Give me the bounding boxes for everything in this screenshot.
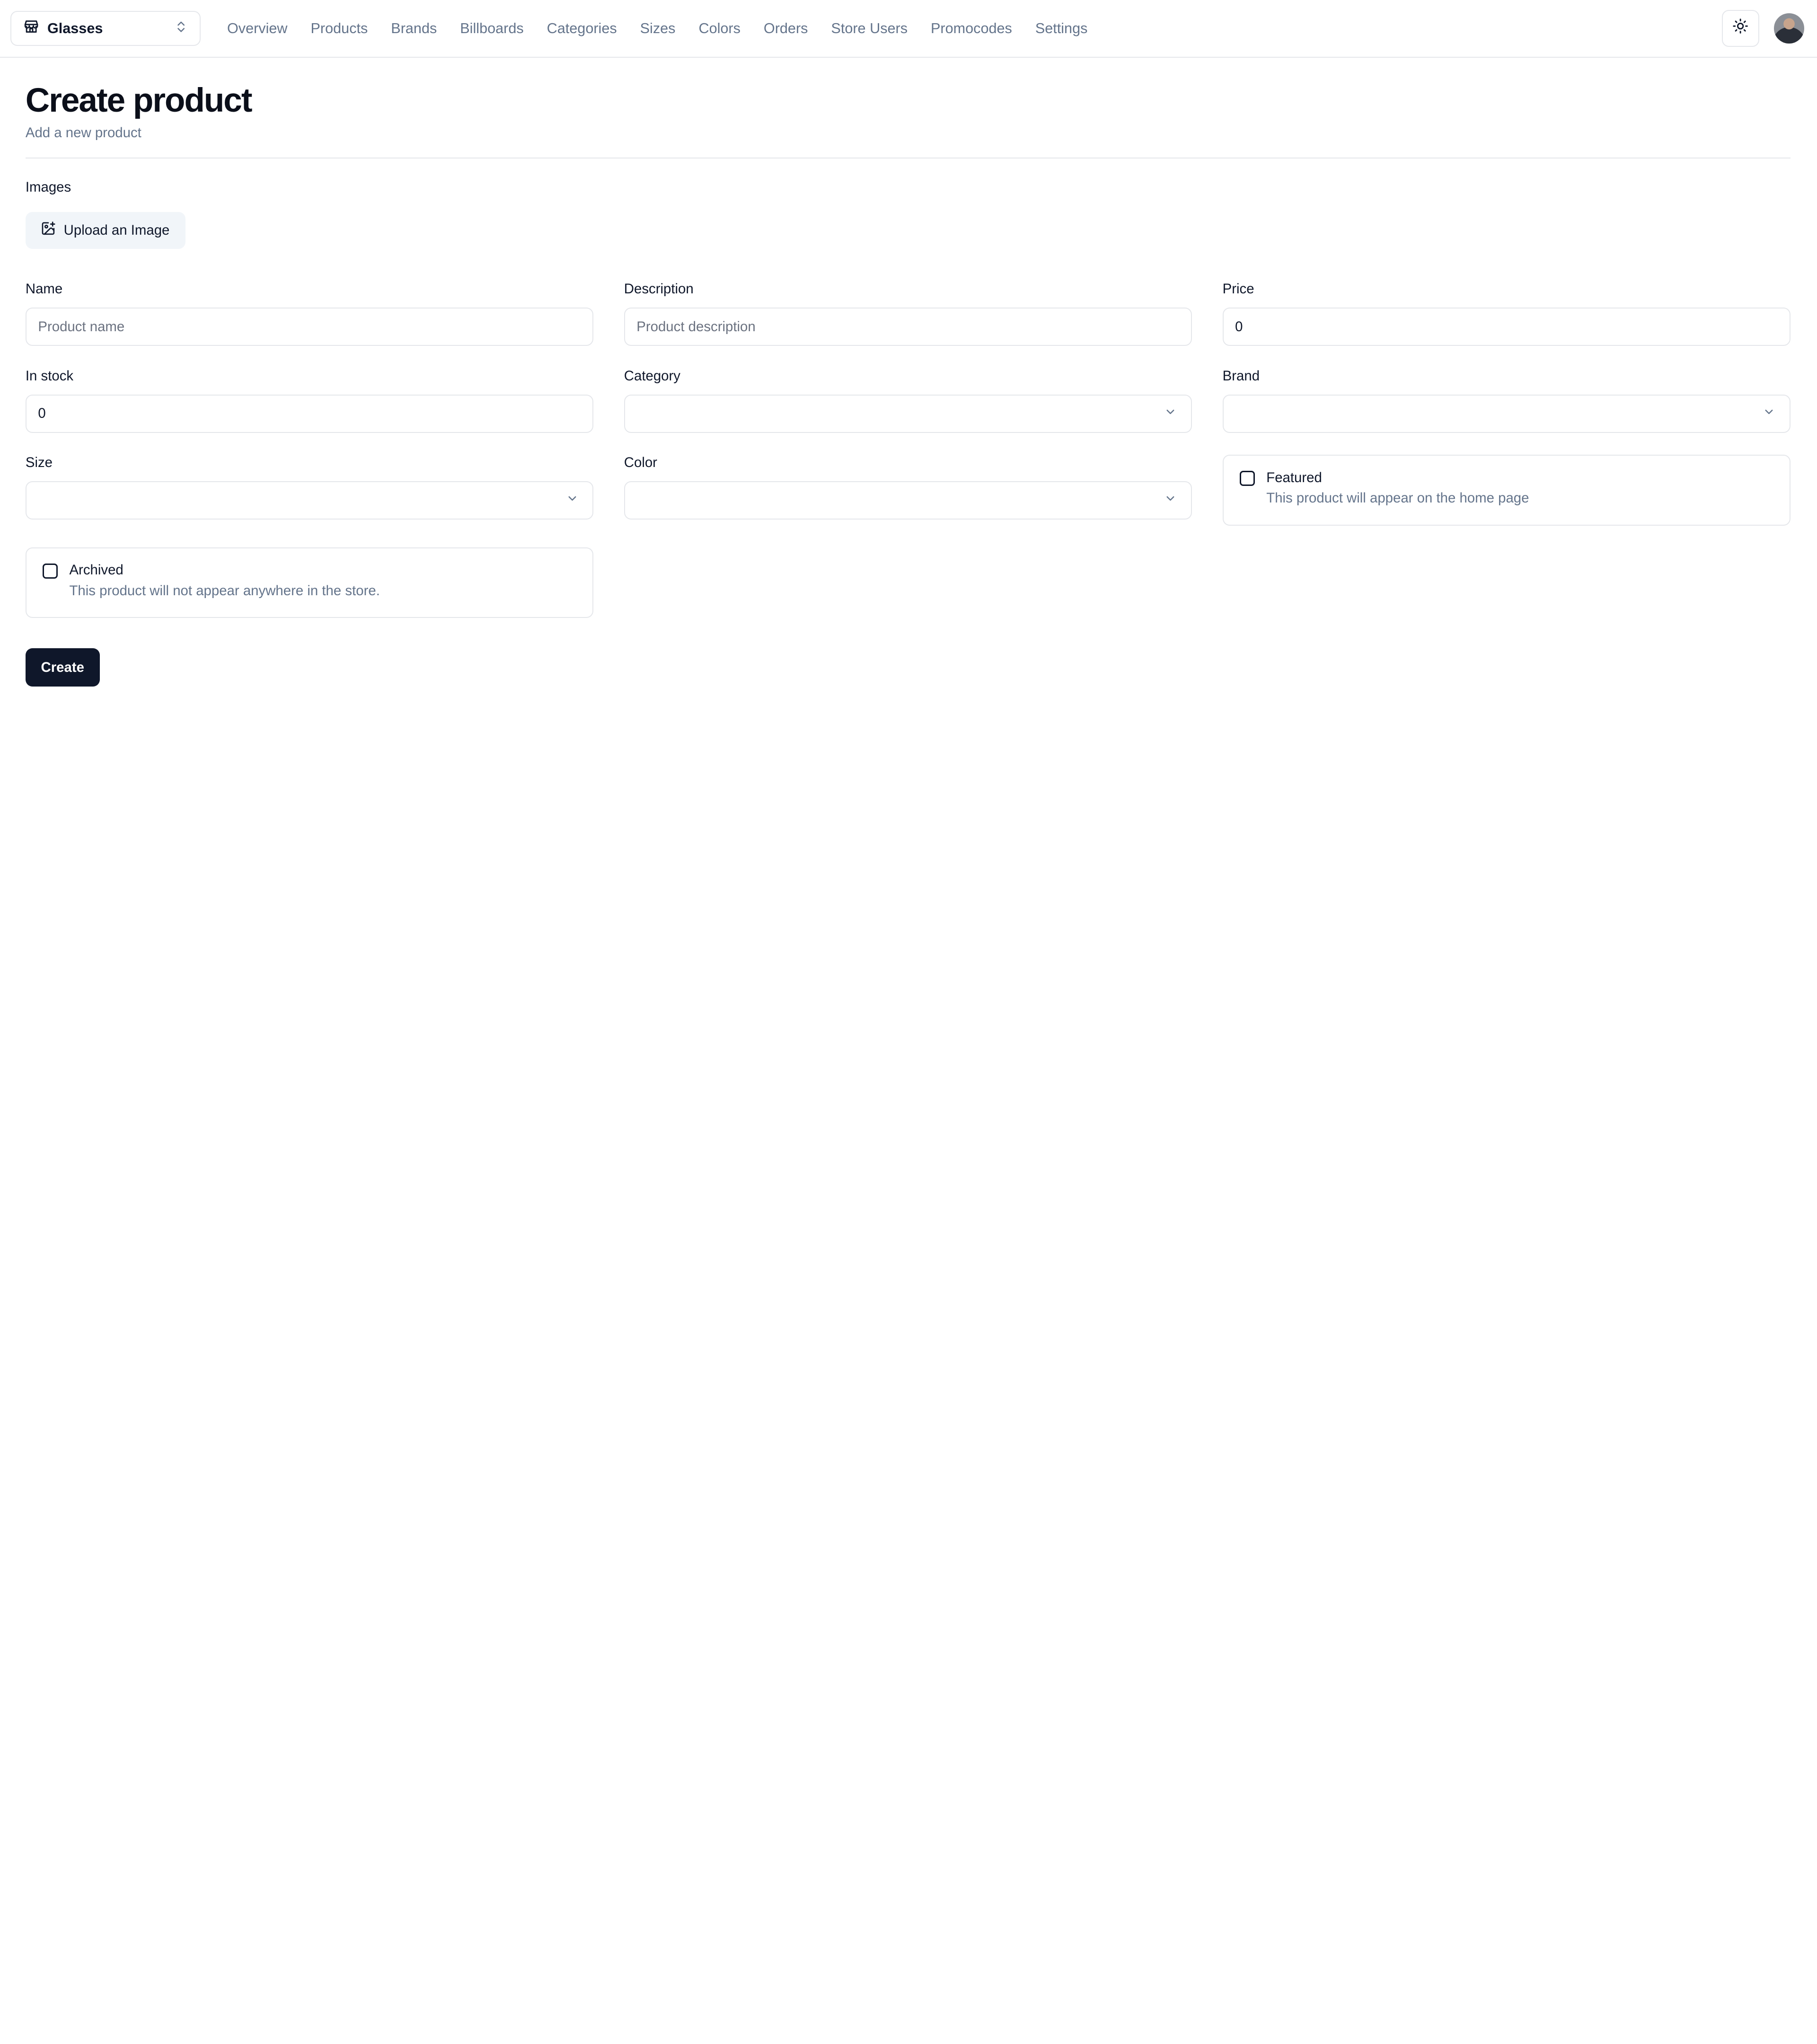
in-stock-input[interactable]: 0 — [25, 394, 593, 433]
nav-item-orders[interactable]: Orders — [764, 20, 808, 37]
store-icon — [23, 18, 39, 38]
upload-image-button[interactable]: Upload an Image — [25, 211, 185, 249]
user-avatar[interactable] — [1774, 13, 1805, 44]
category-select[interactable] — [624, 394, 1192, 433]
nav-item-categories[interactable]: Categories — [547, 20, 617, 37]
nav-item-store-users[interactable]: Store Users — [831, 20, 908, 37]
featured-field: Featured This product will appear on the… — [1222, 455, 1791, 526]
color-field: Color — [624, 455, 1192, 525]
featured-description: This product will appear on the home pag… — [1266, 490, 1529, 506]
upload-image-label: Upload an Image — [63, 222, 170, 238]
nav-item-overview[interactable]: Overview — [227, 20, 288, 37]
description-label: Description — [624, 281, 694, 297]
archived-description: This product will not appear anywhere in… — [69, 583, 380, 599]
page-subtitle: Add a new product — [25, 125, 141, 141]
archived-checkbox[interactable] — [43, 563, 58, 579]
color-select[interactable] — [624, 481, 1192, 520]
name-input[interactable]: Product name — [25, 308, 593, 346]
page: Glasses Overview Products Brands Billboa… — [0, 0, 1817, 1022]
archived-title: Archived — [69, 562, 123, 578]
nav-item-colors[interactable]: Colors — [698, 20, 740, 37]
archived-field: Archived This product will not appear an… — [25, 547, 593, 618]
sun-icon — [1732, 18, 1748, 39]
product-form-grid: Name Product name Description Product de… — [25, 281, 1791, 618]
size-field: Size — [25, 455, 593, 525]
featured-text: Featured This product will appear on the… — [1266, 470, 1529, 511]
archived-text: Archived This product will not appear an… — [69, 562, 379, 603]
top-navbar: Glasses Overview Products Brands Billboa… — [0, 0, 1817, 58]
chevron-down-icon — [566, 492, 579, 509]
images-label: Images — [25, 179, 71, 195]
theme-toggle-button[interactable] — [1722, 10, 1759, 47]
featured-card: Featured This product will appear on the… — [1222, 455, 1791, 526]
chevron-down-icon — [1164, 405, 1177, 422]
page-title: Create product — [25, 82, 253, 120]
chevron-down-icon — [1164, 492, 1177, 509]
brand-field: Brand — [1222, 368, 1791, 433]
image-plus-icon — [41, 221, 56, 240]
size-label: Size — [25, 455, 53, 471]
price-label: Price — [1222, 281, 1254, 297]
featured-title: Featured — [1266, 469, 1322, 485]
chevron-down-icon — [1763, 405, 1775, 422]
color-label: Color — [624, 455, 657, 471]
nav-item-products[interactable]: Products — [311, 20, 368, 37]
page-heading: Create product Add a new product — [26, 58, 1791, 141]
featured-checkbox[interactable] — [1239, 470, 1255, 486]
brand-select[interactable] — [1222, 394, 1791, 433]
price-input[interactable]: 0 — [1222, 308, 1791, 346]
top-right-actions — [1722, 10, 1807, 47]
name-field: Name Product name — [25, 281, 593, 346]
nav-item-settings[interactable]: Settings — [1035, 20, 1088, 37]
chevrons-up-down-icon — [174, 20, 188, 37]
nav-item-promocodes[interactable]: Promocodes — [931, 20, 1012, 37]
brand-label: Brand — [1222, 368, 1260, 384]
description-input[interactable]: Product description — [624, 308, 1192, 346]
price-field: Price 0 — [1222, 281, 1791, 346]
nav-item-sizes[interactable]: Sizes — [640, 20, 676, 37]
store-switcher[interactable]: Glasses — [10, 11, 201, 46]
main-nav: Overview Products Brands Billboards Cate… — [227, 20, 1087, 37]
size-select[interactable] — [25, 481, 593, 520]
archived-card: Archived This product will not appear an… — [25, 547, 593, 618]
description-field: Description Product description — [624, 281, 1192, 346]
category-label: Category — [624, 368, 680, 384]
images-section: Images Upload an Image — [25, 179, 1791, 249]
in-stock-field: In stock 0 — [25, 368, 593, 433]
category-field: Category — [624, 368, 1192, 433]
create-button[interactable]: Create — [25, 648, 100, 687]
name-label: Name — [25, 281, 63, 297]
nav-item-billboards[interactable]: Billboards — [460, 20, 523, 37]
in-stock-label: In stock — [25, 368, 74, 384]
store-name: Glasses — [47, 20, 103, 36]
divider — [25, 157, 1791, 159]
main-content: Create product Add a new product Images … — [0, 58, 1817, 687]
nav-item-brands[interactable]: Brands — [391, 20, 437, 37]
